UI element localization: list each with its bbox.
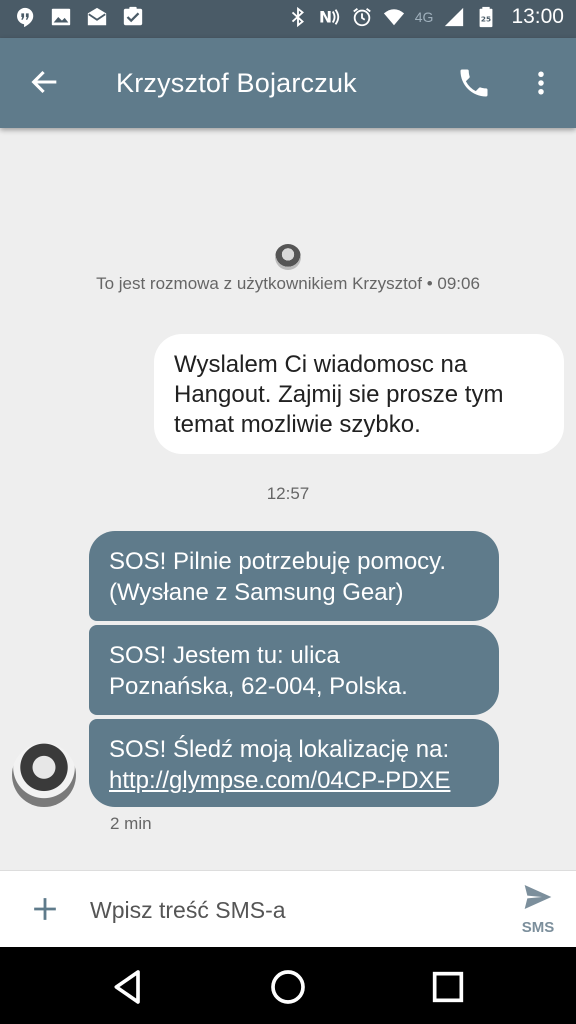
intro-avatar [275, 244, 301, 270]
signal-icon [445, 7, 464, 27]
back-arrow-icon[interactable] [28, 64, 62, 100]
battery-level: 25 [481, 15, 491, 24]
conversation-intro: To jest rozmowa z użytkownikiem Krzyszto… [96, 274, 480, 293]
message-line: temat mozliwie szybko. [174, 411, 421, 438]
send-label: SMS [521, 919, 555, 936]
nfc-icon: N [319, 9, 339, 27]
gallery-icon [51, 8, 71, 26]
recents-square-icon[interactable] [428, 967, 468, 1007]
status-time: 13:00 [511, 5, 564, 28]
message-line: SOS! Pilnie potrzebuję pomocy. [109, 548, 447, 575]
mail-icon [87, 7, 107, 26]
message-age: 2 min [110, 814, 152, 833]
message-line: (Wysłane z Samsung Gear) [109, 579, 404, 606]
hangouts-icon [17, 7, 34, 28]
message-line: Poznańska, 62-004, Polska. [109, 673, 408, 700]
time-divider: 12:57 [266, 484, 310, 503]
phone-icon[interactable] [456, 65, 492, 101]
wifi-icon [383, 9, 404, 26]
incoming-message[interactable]: SOS! Śledź moją lokalizację na: http://g… [89, 719, 499, 807]
message-line: SOS! Jestem tu: ulica [109, 642, 340, 669]
back-triangle-icon[interactable] [108, 967, 148, 1007]
home-circle-icon[interactable] [268, 967, 308, 1007]
contact-name: Krzysztof Bojarczuk [116, 68, 357, 98]
incoming-message[interactable]: SOS! Jestem tu: ulica Poznańska, 62-004,… [89, 625, 499, 715]
app-bar: Krzysztof Bojarczuk [0, 38, 576, 128]
more-vert-icon[interactable] [526, 64, 556, 102]
outgoing-message[interactable]: Wyslalem Ci wiadomosc na Hangout. Zajmij… [154, 334, 564, 454]
incoming-message[interactable]: SOS! Pilnie potrzebuję pomocy. (Wysłane … [89, 531, 499, 621]
location-link[interactable]: http://glympse.com/04CP-PDXE [109, 765, 481, 796]
sender-avatar[interactable] [12, 743, 76, 807]
battery-icon: 25 [480, 6, 493, 28]
svg-text:N: N [319, 9, 332, 27]
message-line: Hangout. Zajmij sie prosze tym [174, 381, 504, 408]
send-button[interactable]: SMS [516, 881, 560, 941]
task-icon [123, 6, 143, 26]
message-line: Wyslalem Ci wiadomosc na [174, 351, 468, 378]
message-line: SOS! Śledź moją lokalizację na: [109, 736, 450, 763]
navigation-bar [0, 947, 576, 1024]
message-input[interactable] [90, 893, 490, 927]
compose-bar: SMS [0, 870, 576, 948]
conversation-list[interactable]: To jest rozmowa z użytkownikiem Krzyszto… [0, 128, 576, 870]
send-icon [524, 885, 552, 909]
alarm-icon [352, 8, 371, 27]
network-type: 4G [414, 9, 434, 25]
status-bar: N 4G 25 13:00 [0, 0, 576, 38]
bluetooth-icon [291, 6, 304, 28]
plus-icon[interactable] [32, 896, 58, 922]
